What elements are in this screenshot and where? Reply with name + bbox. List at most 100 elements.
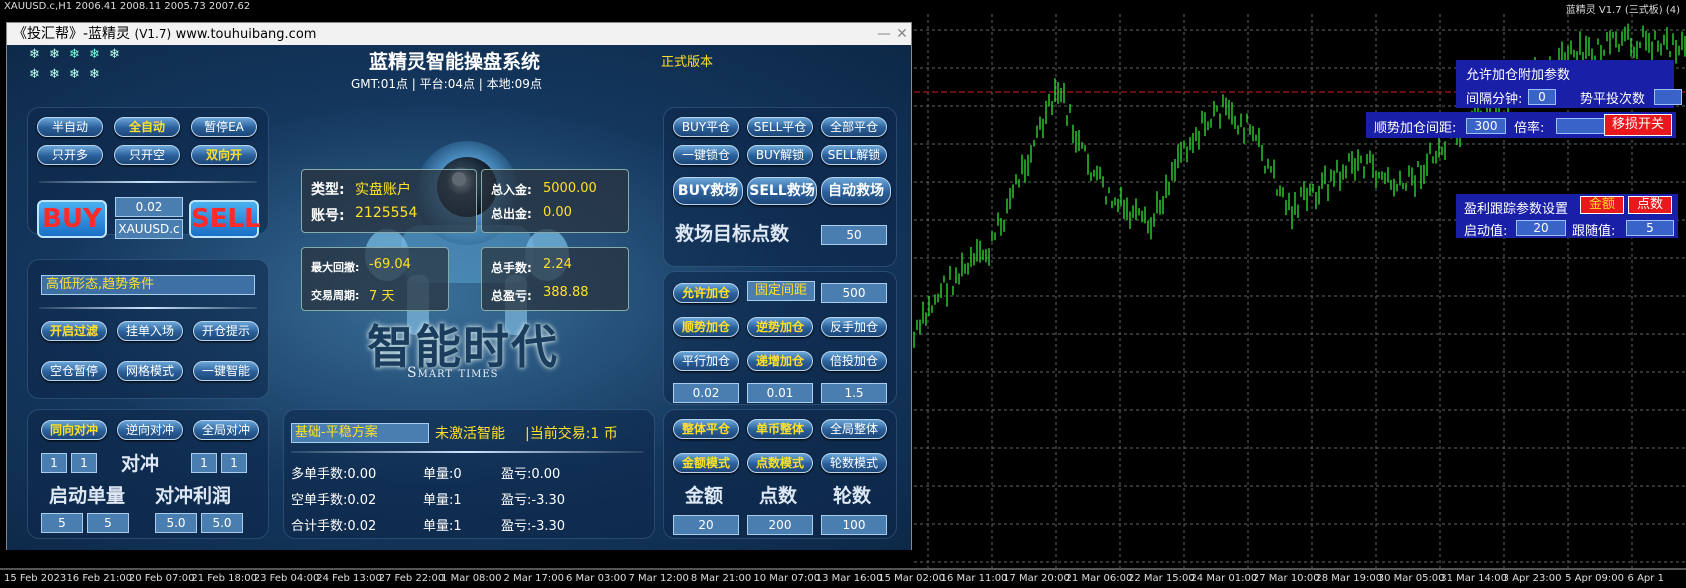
rate-input[interactable] <box>1556 118 1606 134</box>
withdraw-label: 总出金: <box>491 207 532 221</box>
close-all-button[interactable]: 全部平仓 <box>821 117 887 137</box>
snowflake-icon: ❄ <box>29 67 40 82</box>
time-axis-label: 23 Feb 04:00 <box>253 573 320 584</box>
allow-add-button[interactable]: 允许加仓 <box>673 283 739 303</box>
trailing-stop-switch-button[interactable]: 移损开关 <box>1604 114 1672 136</box>
flat-pause-button[interactable]: 空仓暂停 <box>41 361 107 381</box>
amount-mode-button[interactable]: 金额模式 <box>673 453 739 473</box>
hedge-right-b[interactable]: 1 <box>221 453 247 473</box>
interval-input[interactable]: 0 <box>1528 89 1556 105</box>
account-number-value: 2125554 <box>355 205 418 221</box>
time-axis-label: 21 Feb 18:00 <box>191 573 257 584</box>
points-input[interactable]: 200 <box>747 515 813 535</box>
time-axis-label: 6 Apr 1 <box>1627 573 1664 584</box>
enable-filter-button[interactable]: 开启过滤 <box>41 321 107 341</box>
increment-add-button[interactable]: 递增加仓 <box>747 351 813 371</box>
add-params-title: 允许加仓附加参数 <box>1466 68 1571 83</box>
single-symbol-button[interactable]: 单币整体 <box>747 419 813 439</box>
short-only-button[interactable]: 只开空 <box>114 145 180 165</box>
pause-ea-button[interactable]: 暂停EA <box>191 117 257 137</box>
time-axis-label: 16 Feb 21:00 <box>66 573 133 584</box>
minimize-button[interactable]: — <box>875 23 893 45</box>
buy-unlock-button[interactable]: BUY解锁 <box>747 145 813 165</box>
whole-close-button[interactable]: 整体平仓 <box>673 419 739 439</box>
total-pl-value: 388.88 <box>543 285 589 300</box>
full-auto-button[interactable]: 全自动 <box>114 117 180 137</box>
amount-trail-button[interactable]: 金额 <box>1580 196 1624 214</box>
semi-auto-button[interactable]: 半自动 <box>37 117 103 137</box>
add-value-b[interactable]: 0.01 <box>747 383 813 403</box>
rescue-target-input[interactable]: 50 <box>821 225 887 245</box>
follow-value-input[interactable]: 5 <box>1626 220 1674 236</box>
rounds-input[interactable]: 100 <box>821 515 887 535</box>
double-add-button[interactable]: 倍投加仓 <box>821 351 887 371</box>
window-site: www.touhuibang.com <box>175 27 317 42</box>
sell-rescue-button[interactable]: SELL救场 <box>747 177 817 205</box>
add-value-c[interactable]: 1.5 <box>821 383 887 403</box>
both-ways-button[interactable]: 双向开 <box>191 145 257 165</box>
fixed-gap-field[interactable]: 固定间距 <box>747 281 815 301</box>
reverse-hedge-button[interactable]: 逆向对冲 <box>117 420 183 440</box>
hedge-profit-b[interactable]: 5.0 <box>201 513 243 533</box>
fixed-gap-input[interactable]: 500 <box>821 283 887 303</box>
time-axis-label: 30 Mar 05:00 <box>1377 573 1445 584</box>
open-alert-button[interactable]: 开仓提示 <box>193 321 259 341</box>
snowflake-icon: ❄ <box>109 47 120 62</box>
plan-field[interactable]: 基础-平稳方案 <box>291 423 429 443</box>
auto-rescue-button[interactable]: 自动救场 <box>821 177 891 205</box>
amount-input[interactable]: 20 <box>673 515 739 535</box>
hedge-left-b[interactable]: 1 <box>71 453 97 473</box>
snowflake-icon: ❄ <box>49 67 60 82</box>
time-axis-label: 22 Mar 15:00 <box>1128 573 1195 584</box>
rescue-target-label: 救场目标点数 <box>675 223 790 245</box>
one-click-smart-button[interactable]: 一键智能 <box>193 361 259 381</box>
start-lot-b[interactable]: 5 <box>87 513 129 533</box>
start-lot-label: 启动单量 <box>49 485 126 507</box>
system-title: 蓝精灵智能操盘系统 <box>369 51 541 73</box>
time-axis-label: 15 Feb 2023 <box>4 573 67 584</box>
ea-info: 蓝精灵 V1.7 (三式板) (4) <box>1565 5 1680 16</box>
rounds-mode-button[interactable]: 轮数模式 <box>821 453 887 473</box>
start-value-label: 启动值: <box>1464 224 1508 239</box>
buy-rescue-button[interactable]: BUY救场 <box>673 177 743 205</box>
global-hedge-button[interactable]: 全局对冲 <box>193 420 259 440</box>
global-whole-button[interactable]: 全局整体 <box>821 419 887 439</box>
title-bar[interactable]: 《投汇帮》-蓝精灵 (V1.7) www.touhuibang.com — ✕ <box>7 23 911 45</box>
flat-count-input[interactable] <box>1654 89 1682 105</box>
time-axis-label: 27 Feb 22:00 <box>378 573 445 584</box>
same-hedge-button[interactable]: 同向对冲 <box>41 420 107 440</box>
counter-add-button[interactable]: 逆势加仓 <box>747 317 813 337</box>
account-type-value: 实盘账户 <box>355 182 411 198</box>
long-only-button[interactable]: 只开多 <box>37 145 103 165</box>
sell-button[interactable]: SELL <box>189 200 261 238</box>
symbol-field: XAUUSD.c <box>115 219 183 239</box>
lot-input[interactable]: 0.02 <box>115 197 183 217</box>
start-lot-a[interactable]: 5 <box>41 513 83 533</box>
short-count: 单量:1 <box>423 493 462 508</box>
account-number-label: 账号: <box>311 208 345 224</box>
sell-unlock-button[interactable]: SELL解锁 <box>821 145 887 165</box>
trend-add-button[interactable]: 顺势加仓 <box>673 317 739 337</box>
start-value-input[interactable]: 20 <box>1516 220 1566 236</box>
hedge-right-a[interactable]: 1 <box>191 453 217 473</box>
points-mode-button[interactable]: 点数模式 <box>747 453 813 473</box>
lock-button[interactable]: 一键锁仓 <box>673 145 739 165</box>
hedge-profit-a[interactable]: 5.0 <box>155 513 197 533</box>
ea-panel-window: 《投汇帮》-蓝精灵 (V1.7) www.touhuibang.com — ✕ … <box>6 22 912 550</box>
profit-trail-title: 盈利跟踪参数设置 <box>1464 202 1569 217</box>
grid-mode-button[interactable]: 网格模式 <box>117 361 183 381</box>
pending-entry-button[interactable]: 挂单入场 <box>117 321 183 341</box>
buy-close-button[interactable]: BUY平仓 <box>673 117 739 137</box>
hedge-left-a[interactable]: 1 <box>41 453 67 473</box>
trend-gap-input[interactable]: 300 <box>1466 118 1506 134</box>
parallel-add-button[interactable]: 平行加仓 <box>673 351 739 371</box>
points-trail-button[interactable]: 点数 <box>1628 196 1672 214</box>
sell-close-button[interactable]: SELL平仓 <box>747 117 813 137</box>
deposit-label: 总入金: <box>491 183 532 197</box>
trend-condition-field[interactable]: 高低形态,趋势条件 <box>41 275 255 295</box>
add-value-a[interactable]: 0.02 <box>673 383 739 403</box>
close-button[interactable]: ✕ <box>893 23 911 45</box>
buy-button[interactable]: BUY <box>37 200 107 238</box>
reverse-add-button[interactable]: 反手加仓 <box>821 317 887 337</box>
time-axis-label: 15 Mar 02:00 <box>878 573 945 584</box>
